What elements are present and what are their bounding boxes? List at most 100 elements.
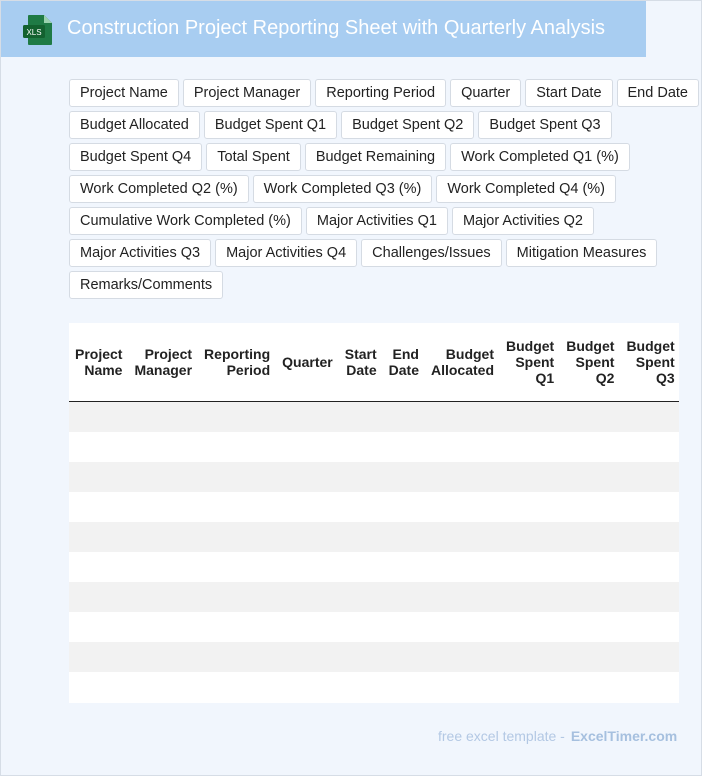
table-cell[interactable] (276, 582, 339, 612)
column-header[interactable]: End Date (382, 323, 425, 402)
table-cell[interactable] (620, 462, 679, 492)
table-cell[interactable] (382, 432, 425, 462)
table-cell[interactable] (198, 552, 277, 582)
column-header[interactable]: Budget Allocated (424, 323, 500, 402)
table-cell[interactable] (338, 672, 383, 702)
table-cell[interactable] (424, 462, 500, 492)
footer-brand-link[interactable]: ExcelTimer.com (571, 728, 677, 744)
table-cell[interactable] (560, 462, 621, 492)
table-cell[interactable] (338, 582, 383, 612)
table-cell[interactable] (382, 492, 425, 522)
table-cell[interactable] (338, 642, 383, 672)
table-cell[interactable] (382, 401, 425, 432)
table-cell[interactable] (276, 642, 339, 672)
table-cell[interactable] (382, 612, 425, 642)
table-cell[interactable] (620, 401, 679, 432)
table-cell[interactable] (69, 462, 129, 492)
table-cell[interactable] (382, 672, 425, 702)
table-cell[interactable] (424, 552, 500, 582)
table-cell[interactable] (560, 642, 621, 672)
table-cell[interactable] (198, 642, 277, 672)
table-cell[interactable] (382, 522, 425, 552)
table-cell[interactable] (69, 612, 129, 642)
table-cell[interactable] (69, 492, 129, 522)
table-cell[interactable] (620, 552, 679, 582)
table-cell[interactable] (560, 672, 621, 702)
table-cell[interactable] (276, 612, 339, 642)
table-cell[interactable] (276, 672, 339, 702)
table-cell[interactable] (276, 492, 339, 522)
table-cell[interactable] (128, 552, 199, 582)
table-cell[interactable] (128, 672, 199, 702)
table-cell[interactable] (424, 612, 500, 642)
table-cell[interactable] (560, 582, 621, 612)
table-cell[interactable] (500, 462, 561, 492)
table-cell[interactable] (424, 582, 500, 612)
table-cell[interactable] (69, 642, 129, 672)
report-table-viewport[interactable]: Project Name Project Manager Reporting Per… (69, 323, 679, 703)
table-cell[interactable] (620, 582, 679, 612)
table-cell[interactable] (276, 432, 339, 462)
table-cell[interactable] (382, 642, 425, 672)
table-cell[interactable] (198, 612, 277, 642)
table-cell[interactable] (500, 642, 561, 672)
column-header[interactable]: Project Manager (128, 323, 199, 402)
table-cell[interactable] (69, 401, 129, 432)
table-cell[interactable] (424, 672, 500, 702)
table-cell[interactable] (338, 462, 383, 492)
table-cell[interactable] (198, 432, 277, 462)
table-cell[interactable] (338, 552, 383, 582)
table-cell[interactable] (128, 612, 199, 642)
table-cell[interactable] (620, 492, 679, 522)
column-header[interactable]: Budget Spent Q3 (620, 323, 679, 402)
column-header[interactable]: Budget Spent Q1 (500, 323, 561, 402)
table-cell[interactable] (500, 522, 561, 552)
table-cell[interactable] (276, 522, 339, 552)
table-cell[interactable] (338, 401, 383, 432)
table-cell[interactable] (424, 522, 500, 552)
table-cell[interactable] (500, 401, 561, 432)
table-cell[interactable] (276, 462, 339, 492)
table-cell[interactable] (128, 401, 199, 432)
table-cell[interactable] (620, 672, 679, 702)
table-cell[interactable] (500, 672, 561, 702)
table-cell[interactable] (128, 432, 199, 462)
table-cell[interactable] (198, 672, 277, 702)
table-cell[interactable] (128, 462, 199, 492)
table-cell[interactable] (69, 522, 129, 552)
table-cell[interactable] (620, 642, 679, 672)
table-cell[interactable] (338, 612, 383, 642)
table-cell[interactable] (382, 462, 425, 492)
column-header[interactable]: Quarter (276, 323, 339, 402)
column-header[interactable]: Start Date (338, 323, 383, 402)
table-cell[interactable] (198, 462, 277, 492)
table-cell[interactable] (560, 612, 621, 642)
table-cell[interactable] (500, 612, 561, 642)
table-cell[interactable] (128, 522, 199, 552)
table-cell[interactable] (424, 642, 500, 672)
table-cell[interactable] (128, 582, 199, 612)
table-cell[interactable] (69, 672, 129, 702)
table-cell[interactable] (424, 492, 500, 522)
column-header[interactable]: Project Name (69, 323, 129, 402)
table-cell[interactable] (620, 432, 679, 462)
table-cell[interactable] (500, 552, 561, 582)
table-cell[interactable] (128, 492, 199, 522)
table-cell[interactable] (276, 401, 339, 432)
table-cell[interactable] (276, 552, 339, 582)
table-cell[interactable] (560, 552, 621, 582)
table-cell[interactable] (128, 642, 199, 672)
table-cell[interactable] (338, 522, 383, 552)
table-cell[interactable] (382, 552, 425, 582)
table-cell[interactable] (382, 582, 425, 612)
table-cell[interactable] (560, 432, 621, 462)
table-cell[interactable] (560, 522, 621, 552)
table-cell[interactable] (424, 432, 500, 462)
table-cell[interactable] (500, 432, 561, 462)
table-cell[interactable] (560, 401, 621, 432)
table-cell[interactable] (424, 401, 500, 432)
table-cell[interactable] (620, 522, 679, 552)
table-cell[interactable] (338, 432, 383, 462)
table-cell[interactable] (69, 552, 129, 582)
column-header[interactable]: Reporting Period (198, 323, 277, 402)
